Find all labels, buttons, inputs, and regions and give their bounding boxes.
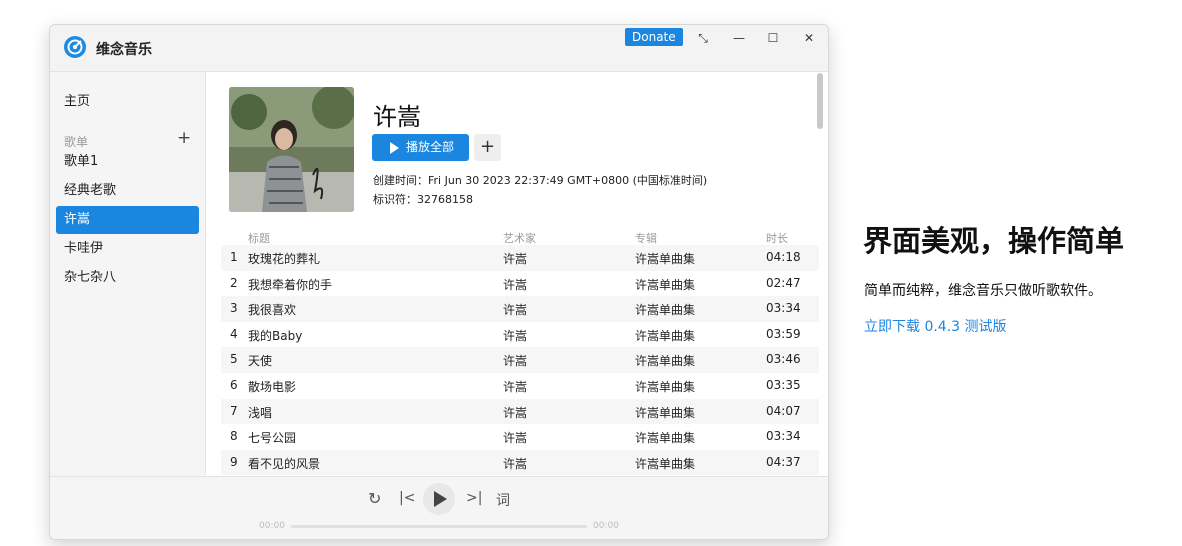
track-title: 天使 bbox=[248, 354, 273, 369]
progress-bar[interactable] bbox=[291, 525, 587, 528]
app-logo-icon bbox=[64, 36, 86, 58]
track-title: 我想牵着你的手 bbox=[248, 277, 333, 292]
sidebar-item-playlist[interactable]: 卡哇伊 bbox=[56, 235, 199, 263]
lyrics-button[interactable]: 词 bbox=[496, 490, 510, 510]
play-all-label: 播放全部 bbox=[406, 140, 455, 154]
track-album: 许嵩单曲集 bbox=[635, 380, 696, 394]
track-duration: 03:35 bbox=[766, 378, 801, 392]
previous-icon[interactable]: |< bbox=[399, 490, 415, 506]
track-number: 9 bbox=[230, 454, 238, 469]
track-duration: 04:18 bbox=[766, 250, 801, 264]
player-bar: ↻ |< >| 词 00:00 00:00 bbox=[50, 476, 828, 539]
table-row[interactable]: 2 我想牵着你的手 许嵩 许嵩单曲集 02:47 bbox=[221, 271, 819, 297]
total-time: 00:00 bbox=[593, 521, 619, 531]
playlist-view: 许嵩 播放全部 + 创建时间：Fri Jun 30 2023 22:37:49 … bbox=[206, 72, 828, 476]
table-row[interactable]: 7 浅唱 许嵩 许嵩单曲集 04:07 bbox=[221, 398, 819, 425]
track-duration: 04:37 bbox=[766, 454, 801, 469]
track-number: 4 bbox=[230, 326, 238, 341]
play-icon bbox=[390, 142, 399, 154]
sidebar-item-playlist[interactable]: 杂七杂八 bbox=[56, 264, 199, 292]
column-header-album[interactable]: 专辑 bbox=[635, 230, 657, 246]
track-album: 许嵩单曲集 bbox=[635, 354, 696, 369]
promo-subtitle: 简单而纯粹，维念音乐只做听歌软件。 bbox=[864, 283, 1102, 299]
table-row[interactable]: 8 七号公园 许嵩 许嵩单曲集 03:34 bbox=[221, 424, 819, 450]
track-artist: 许嵩 bbox=[503, 431, 528, 446]
track-artist: 许嵩 bbox=[503, 328, 528, 343]
album-cover-image bbox=[229, 87, 354, 212]
close-button[interactable]: ✕ bbox=[797, 28, 821, 48]
playlist-title: 许嵩 bbox=[373, 103, 421, 131]
track-title: 看不见的风景 bbox=[248, 456, 321, 471]
created-time: 创建时间：Fri Jun 30 2023 22:37:49 GMT+0800 (… bbox=[373, 174, 708, 187]
track-number: 8 bbox=[230, 429, 238, 444]
add-playlist-button[interactable]: + bbox=[177, 128, 191, 148]
donate-button[interactable]: Donate bbox=[625, 28, 683, 46]
table-row[interactable]: 3 我很喜欢 许嵩 许嵩单曲集 03:34 bbox=[221, 296, 819, 322]
table-row[interactable]: 1 玫瑰花的葬礼 许嵩 许嵩单曲集 04:18 bbox=[221, 245, 819, 271]
track-album: 许嵩单曲集 bbox=[635, 277, 696, 292]
promo-title: 界面美观，操作简单 bbox=[863, 224, 1125, 258]
sidebar-item-playlist[interactable]: 歌单1 bbox=[56, 148, 199, 176]
track-number: 1 bbox=[230, 250, 238, 264]
track-title: 我很喜欢 bbox=[248, 303, 297, 318]
column-header-artist[interactable]: 艺术家 bbox=[503, 230, 536, 246]
track-album: 许嵩单曲集 bbox=[635, 456, 696, 471]
table-row[interactable]: 5 天使 许嵩 许嵩单曲集 03:46 bbox=[221, 347, 819, 373]
loop-icon[interactable]: ↻ bbox=[368, 489, 381, 508]
track-duration: 03:34 bbox=[766, 301, 801, 316]
scrollbar-thumb[interactable] bbox=[817, 73, 823, 129]
track-album: 许嵩单曲集 bbox=[635, 405, 696, 420]
download-link[interactable]: 立即下载 0.4.3 测试版 bbox=[864, 316, 1007, 336]
track-album: 许嵩单曲集 bbox=[635, 328, 696, 343]
app-window: 维念音乐 Donate ⤡ — ☐ ✕ 主页 歌单 + 歌单1 经典老歌 许嵩 … bbox=[49, 24, 829, 540]
track-artist: 许嵩 bbox=[503, 380, 528, 394]
track-title: 我的Baby bbox=[248, 328, 303, 343]
play-icon bbox=[434, 491, 447, 507]
track-artist: 许嵩 bbox=[503, 303, 528, 318]
track-duration: 03:59 bbox=[766, 326, 801, 341]
maximize-button[interactable]: ☐ bbox=[761, 28, 785, 48]
track-title: 浅唱 bbox=[248, 405, 273, 420]
track-title: 玫瑰花的葬礼 bbox=[248, 252, 321, 266]
track-artist: 许嵩 bbox=[503, 405, 528, 420]
table-row[interactable]: 9 看不见的风景 许嵩 许嵩单曲集 04:37 bbox=[221, 449, 819, 476]
track-artist: 许嵩 bbox=[503, 354, 528, 369]
track-duration: 04:07 bbox=[766, 403, 801, 418]
track-duration: 03:46 bbox=[766, 352, 801, 367]
table-row[interactable]: 6 散场电影 许嵩 许嵩单曲集 03:35 bbox=[221, 373, 819, 399]
track-artist: 许嵩 bbox=[503, 456, 528, 471]
next-icon[interactable]: >| bbox=[466, 490, 482, 506]
title-bar: 维念音乐 Donate ⤡ — ☐ ✕ bbox=[50, 25, 828, 72]
track-album: 许嵩单曲集 bbox=[635, 252, 696, 266]
track-duration: 02:47 bbox=[766, 275, 801, 290]
restore-icon[interactable]: ⤡ bbox=[691, 28, 715, 48]
track-artist: 许嵩 bbox=[503, 252, 528, 266]
track-number: 7 bbox=[230, 403, 238, 418]
sidebar-item-playlist[interactable]: 许嵩 bbox=[56, 206, 199, 234]
table-row[interactable]: 4 我的Baby 许嵩 许嵩单曲集 03:59 bbox=[221, 322, 819, 348]
track-number: 2 bbox=[230, 275, 238, 290]
track-number: 5 bbox=[230, 352, 238, 367]
current-time: 00:00 bbox=[259, 521, 285, 531]
track-artist: 许嵩 bbox=[503, 277, 528, 292]
track-album: 许嵩单曲集 bbox=[635, 303, 696, 318]
sidebar-item-home[interactable]: 主页 bbox=[56, 88, 199, 116]
track-duration: 03:34 bbox=[766, 429, 801, 444]
track-number: 6 bbox=[230, 378, 238, 392]
app-title: 维念音乐 bbox=[96, 42, 152, 58]
column-header-title[interactable]: 标题 bbox=[248, 230, 270, 246]
track-album: 许嵩单曲集 bbox=[635, 431, 696, 446]
track-number: 3 bbox=[230, 301, 238, 316]
track-title: 七号公园 bbox=[248, 431, 297, 446]
playlist-id: 标识符：32768158 bbox=[373, 193, 473, 206]
sidebar-item-playlist[interactable]: 经典老歌 bbox=[56, 177, 199, 205]
minimize-button[interactable]: — bbox=[727, 28, 751, 48]
sidebar: 主页 歌单 + 歌单1 经典老歌 许嵩 卡哇伊 杂七杂八 bbox=[50, 72, 206, 476]
track-title: 散场电影 bbox=[248, 380, 297, 394]
play-pause-button[interactable] bbox=[423, 483, 455, 515]
column-header-duration[interactable]: 时长 bbox=[766, 230, 788, 246]
add-to-queue-button[interactable]: + bbox=[474, 134, 501, 161]
play-all-button[interactable]: 播放全部 bbox=[372, 134, 469, 161]
